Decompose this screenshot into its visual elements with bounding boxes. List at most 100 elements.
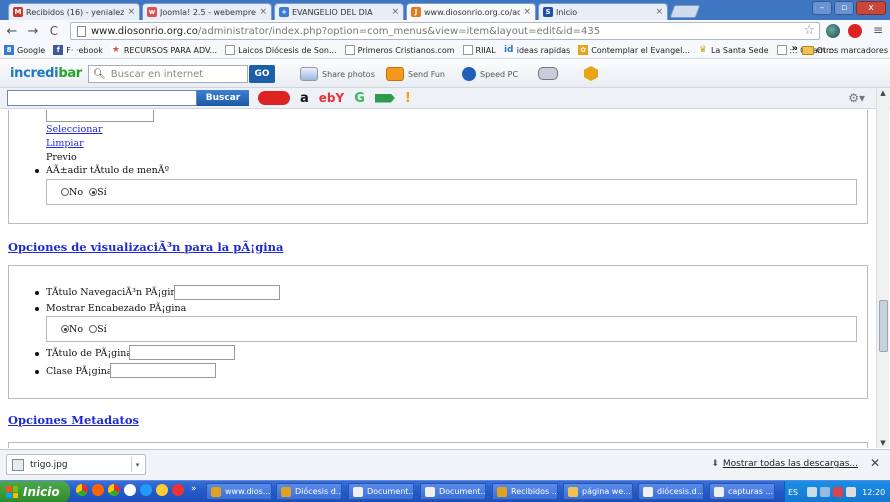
close-icon[interactable]: × [391, 7, 399, 17]
bookmark-google[interactable]: 8 Google [0, 45, 49, 55]
scroll-down-arrow-icon[interactable]: ▼ [877, 438, 889, 448]
image-file-icon [12, 458, 24, 471]
taskbar-item[interactable]: Recibidos ... [492, 483, 558, 500]
facebook-icon: f [53, 45, 64, 55]
radio-yes[interactable] [89, 188, 98, 196]
close-window-button[interactable]: x [856, 1, 886, 15]
taskbar-item[interactable]: Document... [348, 483, 414, 500]
toolbar-search-input[interactable] [7, 90, 197, 106]
tab-evangelio[interactable]: + EVANGELIO DEL DIA × [274, 3, 404, 20]
taskbar-item[interactable]: diócesis.d... [638, 483, 704, 500]
tab-inicio[interactable]: S Inicio × [538, 3, 668, 20]
gamepad-icon[interactable] [538, 67, 558, 80]
ebay-icon[interactable]: ebY [319, 91, 344, 105]
show-all-downloads-link[interactable]: ⬇ Mostrar todas las descargas... [711, 459, 858, 469]
app-icon[interactable] [124, 484, 136, 496]
close-icon[interactable]: ✕ [870, 456, 880, 470]
amazon-icon[interactable]: a [300, 91, 309, 106]
share-photos-button[interactable]: Share photos [300, 64, 375, 84]
language-indicator[interactable]: ES [788, 488, 798, 497]
close-icon[interactable]: × [127, 7, 135, 17]
gear-icon[interactable]: ⚙▾ [848, 91, 865, 105]
address-bar[interactable]: www.diosonrio.org.co/administrator/index… [70, 22, 820, 40]
bookmark-santa-sede[interactable]: ♛ La Santa Sede [694, 45, 773, 55]
close-icon[interactable]: × [655, 7, 663, 17]
select-link[interactable]: Seleccionar [46, 124, 103, 135]
bookmark-contemplar[interactable]: ✿ Contemplar el Evangel... [574, 45, 694, 55]
start-button[interactable]: Inicio [0, 481, 70, 502]
chevron-down-icon[interactable]: ▾ [131, 457, 143, 472]
google-g-icon[interactable]: G [354, 91, 365, 106]
windows-taskbar: Inicio » www.dios... Diócesis d... Docum… [0, 480, 890, 502]
scrollbar-thumb[interactable] [879, 300, 888, 352]
new-tab-button[interactable] [669, 5, 701, 18]
buscar-button[interactable]: Buscar [197, 90, 249, 106]
chrome-icon[interactable] [108, 484, 120, 496]
tab-gmail[interactable]: M Recibidos (16) - yenialeza@g × [8, 3, 140, 20]
send-fun-button[interactable]: Send Fun [386, 64, 445, 84]
media-icon[interactable] [92, 484, 104, 496]
incredibar-search-input[interactable]: 🔍︎ Buscar en internet [88, 65, 248, 83]
page-content: Seleccionar Limpiar Previo AÃ±adir tÃtul… [0, 110, 876, 448]
radio-yes[interactable] [89, 325, 98, 333]
display-options-heading[interactable]: Opciones de visualizaciÃ³n para la pÃ¡gi… [8, 240, 283, 254]
joomla-icon: J [411, 7, 421, 17]
menu-icon[interactable]: ≡ [869, 21, 887, 39]
alert-icon[interactable]: ! [405, 91, 411, 106]
tab-joomla-webempresa[interactable]: w Joomla! 2.5 - webempresa jo × [142, 3, 272, 20]
maximize-button[interactable]: ▫ [834, 1, 854, 15]
tray-icon[interactable] [820, 487, 831, 497]
forward-arrow-icon[interactable]: → [24, 22, 42, 40]
bullet [35, 307, 39, 311]
ie-icon[interactable] [140, 484, 152, 496]
incredibar-go-button[interactable]: GO [249, 65, 275, 83]
taskbar-item[interactable]: Document... [420, 483, 486, 500]
bookmark-laicos[interactable]: Laicos Diócesis de Son... [221, 45, 341, 55]
page-class-input[interactable] [110, 363, 216, 378]
bookmark-star-icon[interactable]: ☆ [803, 23, 815, 38]
bookmark-primeros-cristianos[interactable]: Primeros Cristianos.com [341, 45, 459, 55]
tray-icon[interactable] [833, 487, 844, 497]
taskbar-item[interactable]: capturas ... [709, 483, 775, 500]
nav-title-input[interactable] [174, 285, 280, 300]
hexagon-icon[interactable] [584, 66, 598, 81]
bookmark-recursos[interactable]: ★ RECURSOS PARA ADV... [107, 45, 221, 55]
clear-link[interactable]: Limpiar [46, 138, 84, 149]
url-path: /administrator/index.php?option=com_menu… [197, 25, 601, 37]
page-scrollbar[interactable]: ▲ ▼ [876, 88, 889, 448]
extension-globe-icon[interactable] [826, 24, 840, 38]
shop-arrow-icon[interactable] [374, 93, 395, 103]
reload-icon[interactable]: C [45, 22, 63, 40]
minimize-button[interactable]: – [812, 1, 832, 15]
tray-icon[interactable] [846, 487, 857, 497]
bookmark-riial[interactable]: RIIAL [459, 45, 500, 55]
taskbar-item[interactable]: Diócesis d... [276, 483, 342, 500]
more-bookmarks-chevron-icon[interactable]: » [792, 43, 798, 54]
app-icon[interactable] [172, 484, 184, 496]
bookmark-ideas-rapidas[interactable]: id ideas rapidas [500, 45, 574, 55]
close-icon[interactable]: × [259, 7, 267, 17]
metadata-options-heading[interactable]: Opciones Metadatos [8, 413, 139, 427]
selected-image-input[interactable] [46, 110, 154, 122]
ask-cart-icon[interactable] [258, 91, 290, 105]
extension-ask-icon[interactable] [848, 24, 862, 38]
close-icon[interactable]: × [523, 7, 531, 17]
taskbar-item[interactable]: www.dios... [206, 483, 272, 500]
download-item[interactable]: trigo.jpg ▾ [6, 454, 146, 475]
radio-no-label: No [69, 187, 84, 198]
tray-icon[interactable] [807, 487, 818, 497]
app-icon[interactable] [156, 484, 168, 496]
other-bookmarks[interactable]: Otros marcadores [801, 42, 888, 59]
page-title-input[interactable] [129, 345, 235, 360]
radio-no[interactable] [61, 188, 69, 196]
taskbar-item[interactable]: página we... [563, 483, 633, 500]
back-arrow-icon[interactable]: ← [3, 22, 21, 40]
bookmark-facebook[interactable]: f F· ·ebook [49, 45, 107, 55]
chrome-icon[interactable] [76, 484, 88, 496]
radio-no[interactable] [61, 325, 69, 333]
speed-pc-button[interactable]: Speed PC [462, 64, 518, 84]
scroll-up-arrow-icon[interactable]: ▲ [877, 88, 889, 98]
crown-icon: ♛ [697, 45, 708, 55]
tab-diosonrio-admin[interactable]: J www.diosonrio.org.co/admini × [406, 3, 536, 20]
quick-launch-more-icon[interactable]: » [191, 484, 197, 494]
